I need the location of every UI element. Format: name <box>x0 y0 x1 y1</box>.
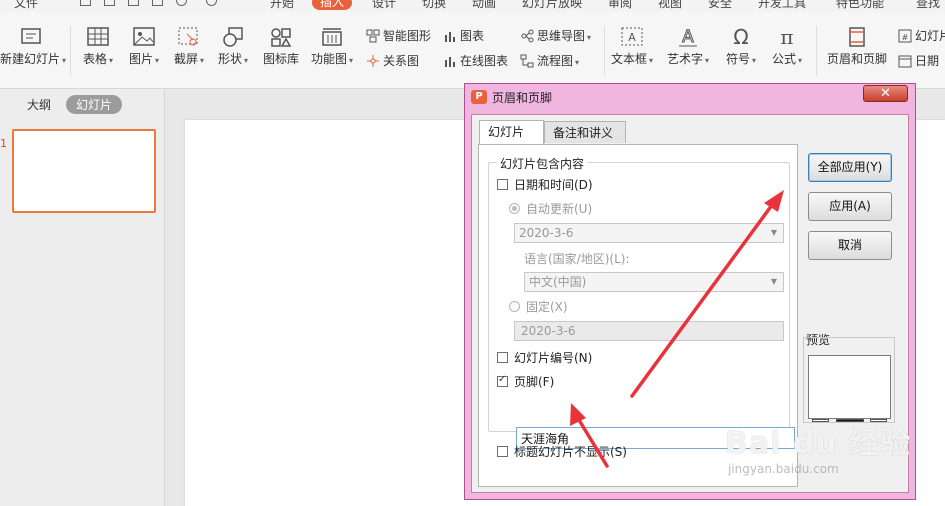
baidu-watermark: Bai du 经验 jingyan.baidu.com <box>725 418 925 488</box>
arrow-to-footer-input <box>570 403 609 468</box>
tab-slide[interactable]: 幻灯片 <box>479 120 544 144</box>
baidu-logo: Bai du 经验 <box>725 426 912 461</box>
watermark-url: jingyan.baidu.com <box>728 462 839 476</box>
arrow-to-apply-all <box>630 190 784 398</box>
